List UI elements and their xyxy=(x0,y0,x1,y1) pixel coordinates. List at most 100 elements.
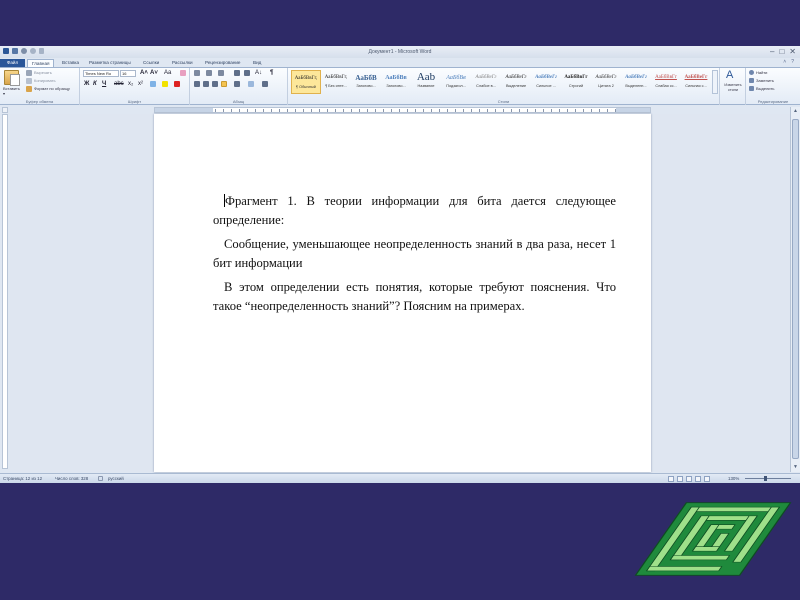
paste-button[interactable]: Вставить xyxy=(3,86,20,91)
paragraph[interactable]: В этом определении есть понятия, которые… xyxy=(213,278,616,316)
paragraph[interactable]: Фрагмент 1. В теории информации для бита… xyxy=(213,192,616,230)
clear-formatting-icon[interactable] xyxy=(180,70,186,76)
show-marks-button[interactable]: ¶ xyxy=(270,70,273,77)
ruler-tick xyxy=(503,109,504,112)
style-quote-2[interactable]: АаБбВеГг Цитата 2 xyxy=(591,70,621,94)
change-styles-icon[interactable]: A xyxy=(726,69,733,81)
full-screen-view-icon[interactable] xyxy=(677,476,683,482)
style-heading-1[interactable]: АаБбВ Заголово... xyxy=(351,70,381,94)
web-layout-view-icon[interactable] xyxy=(686,476,692,482)
paragraph[interactable]: Сообщение, уменьшающее неопределенность … xyxy=(213,235,616,273)
tab-mailings[interactable]: Рассылки xyxy=(168,59,197,67)
superscript-button[interactable]: x² xyxy=(138,81,143,88)
style-intense-emphasis[interactable]: АаБбВеГг Сильное ... xyxy=(531,70,561,94)
style-subtle-reference[interactable]: АаБбВвГг Слабая сс... xyxy=(651,70,681,94)
group-editing: Найти Заменить Выделить Редактирование xyxy=(746,68,800,105)
decrease-indent-icon[interactable] xyxy=(234,70,240,76)
page-count[interactable]: Страница: 12 из 12 xyxy=(3,476,42,481)
sort-button[interactable]: А↓ xyxy=(255,70,262,77)
select-button[interactable]: Выделить xyxy=(756,86,774,91)
bold-button[interactable]: Ж xyxy=(84,81,89,88)
highlight-icon[interactable] xyxy=(162,81,168,87)
styles-gallery-scroll[interactable] xyxy=(712,70,718,94)
subscript-button[interactable]: x₂ xyxy=(128,81,133,88)
font-size-select[interactable]: 16 xyxy=(120,70,136,77)
ruler-toggle-icon[interactable] xyxy=(2,107,8,113)
text-effects-icon[interactable] xyxy=(150,81,156,87)
italic-button[interactable]: К xyxy=(93,81,97,88)
cut-button[interactable]: Вырезать xyxy=(34,70,52,75)
style-name: ¶ Обычный xyxy=(296,85,316,89)
scroll-thumb[interactable] xyxy=(792,119,799,459)
outline-view-icon[interactable] xyxy=(695,476,701,482)
paste-dropdown-icon[interactable]: ▾ xyxy=(3,91,5,96)
style-emphasis[interactable]: АаБбВеГг Выделение xyxy=(501,70,531,94)
vertical-scrollbar[interactable]: ▲ ▼ xyxy=(790,107,800,472)
style-normal[interactable]: АаБбВвГг, ¶ Обычный xyxy=(291,70,321,94)
shrink-font-button[interactable]: A˅ xyxy=(150,70,158,77)
help-icon[interactable]: ? xyxy=(791,59,794,65)
ruler-tick xyxy=(239,109,240,112)
style-strong[interactable]: АаБбВвГг Строгий xyxy=(561,70,591,94)
language-indicator[interactable]: русский xyxy=(108,476,124,481)
word-count[interactable]: Число слов: 328 xyxy=(55,476,88,481)
proofing-icon[interactable] xyxy=(98,476,103,481)
zoom-slider-handle[interactable] xyxy=(764,476,767,481)
underline-button[interactable]: Ч xyxy=(102,81,106,88)
increase-indent-icon[interactable] xyxy=(244,70,250,76)
scroll-down-icon[interactable]: ▼ xyxy=(792,464,799,471)
tab-insert[interactable]: Вставка xyxy=(58,59,83,67)
tab-home[interactable]: Главная xyxy=(27,59,55,67)
align-right-icon[interactable] xyxy=(212,81,218,87)
style-subtle-emphasis[interactable]: АаБбВеГг Слабое в... xyxy=(471,70,501,94)
zoom-slider[interactable] xyxy=(745,478,791,479)
replace-icon xyxy=(749,78,754,83)
draft-view-icon[interactable] xyxy=(704,476,710,482)
zoom-level[interactable]: 130% xyxy=(728,476,739,481)
close-button[interactable]: ✕ xyxy=(789,47,796,56)
borders-icon[interactable] xyxy=(262,81,268,87)
format-painter-icon xyxy=(26,86,32,92)
multilevel-list-icon[interactable] xyxy=(218,70,224,76)
tab-references[interactable]: Ссылки xyxy=(139,59,163,67)
line-spacing-icon[interactable] xyxy=(234,81,240,87)
paste-icon[interactable] xyxy=(4,70,20,86)
align-left-icon[interactable] xyxy=(194,81,200,87)
font-color-icon[interactable] xyxy=(174,81,180,87)
numbering-icon[interactable] xyxy=(206,70,212,76)
shading-icon[interactable] xyxy=(248,81,254,87)
style-title[interactable]: Aab Название xyxy=(411,70,441,94)
tab-page-layout[interactable]: Разметка страницы xyxy=(85,59,135,67)
change-styles-button[interactable]: Изменить стили xyxy=(721,83,745,92)
horizontal-ruler[interactable] xyxy=(154,107,651,113)
style-intense-reference[interactable]: АаБбВеГг Сильная с... xyxy=(681,70,711,94)
document-body[interactable]: Фрагмент 1. В теории информации для бита… xyxy=(213,192,616,321)
style-intense-quote[interactable]: АаБбВеГг Выделенн... xyxy=(621,70,651,94)
tab-file[interactable]: Файл xyxy=(0,59,25,67)
align-center-icon[interactable] xyxy=(203,81,209,87)
style-heading-2[interactable]: АаБбВв Заголово... xyxy=(381,70,411,94)
style-no-spacing[interactable]: АаБбВвГг, ¶ Без инте... xyxy=(321,70,351,94)
document-page[interactable]: Фрагмент 1. В теории информации для бита… xyxy=(154,114,651,472)
style-subtitle[interactable]: АаБбВв Подзагол... xyxy=(441,70,471,94)
grow-font-button[interactable]: A˄ xyxy=(140,70,148,77)
paragraph-text: Фрагмент 1. В теории информации для бита… xyxy=(213,194,616,227)
scroll-up-icon[interactable]: ▲ xyxy=(792,108,799,115)
font-name-select[interactable]: Times New Ro xyxy=(83,70,119,77)
minimize-button[interactable]: – xyxy=(770,47,774,56)
find-button[interactable]: Найти xyxy=(756,70,767,75)
copy-button[interactable]: Копировать xyxy=(34,78,56,83)
vertical-ruler[interactable] xyxy=(2,114,8,469)
change-case-button[interactable]: Aa xyxy=(164,70,171,77)
maximize-button[interactable]: □ xyxy=(779,47,784,56)
strikethrough-button[interactable]: abc xyxy=(114,81,124,88)
print-layout-view-icon[interactable] xyxy=(668,476,674,482)
bullets-icon[interactable] xyxy=(194,70,200,76)
ruler-tick xyxy=(575,109,576,112)
tab-review[interactable]: Рецензирование xyxy=(201,59,244,67)
replace-button[interactable]: Заменить xyxy=(756,78,774,83)
tab-view[interactable]: Вид xyxy=(249,59,265,67)
justify-icon[interactable] xyxy=(221,81,227,87)
minimize-ribbon-icon[interactable]: ˄ xyxy=(783,59,786,65)
format-painter-button[interactable]: Формат по образцу xyxy=(34,86,70,91)
